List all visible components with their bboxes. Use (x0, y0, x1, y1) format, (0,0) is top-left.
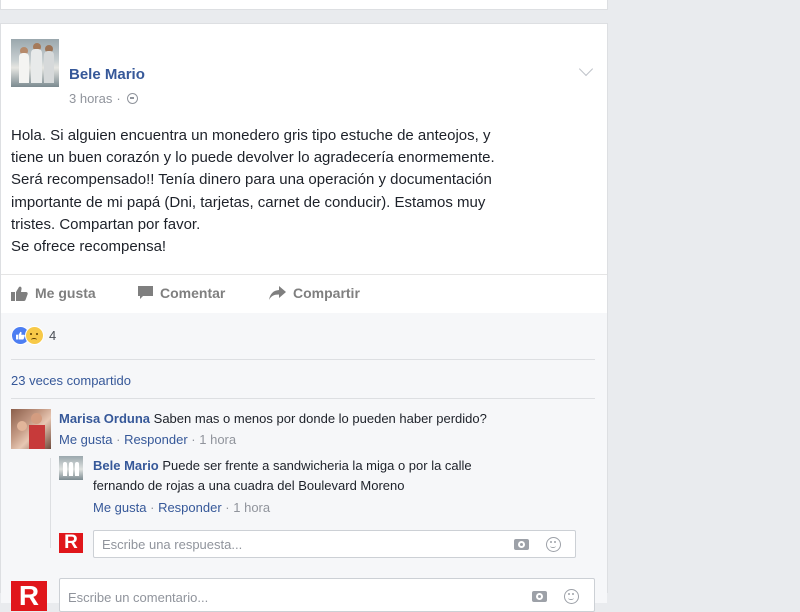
post-body-line: Será recompensado!! Tenía dinero para un… (11, 171, 492, 189)
comment-actions: Me gusta · Responder · 1 hora (59, 432, 237, 447)
post-body-line: tiene un buen corazón y lo puede devolve… (11, 149, 495, 167)
divider (11, 359, 595, 360)
meta-separator: · (116, 91, 121, 106)
comment-time[interactable]: 1 hora (199, 432, 236, 447)
reply-input-placeholder: Escribe una respuesta... (102, 536, 243, 552)
share-label: Compartir (293, 285, 360, 301)
reply-text-line: fernando de rojas a una cuadra del Boule… (93, 478, 405, 493)
post-meta: 3 horas · (69, 91, 138, 106)
comment-label: Comentar (160, 285, 226, 301)
reply-comment: Bele Mario Puede ser frente a sandwicher… (93, 456, 472, 496)
chevron-down-icon[interactable] (578, 61, 594, 77)
post-body-line: importante de mi papá (Dni, tarjetas, ca… (11, 193, 486, 211)
post-card: Bele Mario 3 horas · Hola. Si alguien en… (0, 23, 608, 612)
post-body: Hola. Si alguien encuentra un monedero g… (11, 125, 581, 258)
emoji-icon[interactable] (546, 537, 561, 552)
reply-author-avatar[interactable] (59, 456, 83, 480)
comment-author[interactable]: Marisa Orduna (59, 411, 150, 426)
post-body-line: Hola. Si alguien encuentra un monedero g… (11, 127, 491, 144)
reply-time[interactable]: 1 hora (233, 500, 270, 515)
author-avatar[interactable] (11, 39, 59, 87)
reply-like-link[interactable]: Me gusta (93, 500, 146, 515)
reply-reply-link[interactable]: Responder (158, 500, 222, 515)
comment-icon (138, 286, 153, 299)
comment-reply-link[interactable]: Responder (124, 432, 188, 447)
reply-thread-line (50, 458, 51, 548)
commenter-avatar[interactable] (11, 409, 51, 449)
comment-like-link[interactable]: Me gusta (59, 432, 112, 447)
camera-icon[interactable] (514, 539, 529, 550)
reply-input[interactable]: Escribe una respuesta... (93, 530, 576, 558)
comment: Marisa Orduna Saben mas o menos por dond… (59, 409, 487, 429)
comment-text: Saben mas o menos por donde lo pueden ha… (153, 411, 487, 426)
like-button[interactable]: Me gusta (11, 285, 96, 301)
post-author-name[interactable]: Bele Mario (69, 66, 145, 83)
reply-author[interactable]: Bele Mario (93, 458, 159, 473)
comment-input-placeholder: Escribe un comentario... (68, 589, 209, 605)
post-action-bar: Me gusta Comentar Compartir (1, 274, 607, 314)
reactions-summary[interactable]: 4 (11, 326, 56, 345)
like-label: Me gusta (35, 285, 96, 301)
brand-logo: R (59, 532, 83, 553)
reply-text-line: Puede ser frente a sandwicheria la miga … (162, 458, 472, 473)
post-body-line: Se ofrece recompensa! (11, 238, 167, 256)
camera-icon[interactable] (532, 591, 547, 602)
comment-button[interactable]: Comentar (138, 285, 225, 301)
globe-icon[interactable] (126, 93, 138, 104)
reply-actions: Me gusta · Responder · 1 hora (93, 500, 271, 515)
sad-reaction-icon (25, 326, 44, 345)
share-arrow-icon (269, 286, 286, 300)
divider (11, 398, 595, 399)
brand-logo: R (11, 580, 47, 611)
emoji-icon[interactable] (564, 589, 579, 604)
thumbs-up-icon (11, 286, 28, 301)
previous-post-card (0, 0, 608, 10)
post-timestamp[interactable]: 3 horas (69, 91, 112, 106)
reaction-count[interactable]: 4 (49, 328, 56, 343)
share-count-link[interactable]: 23 veces compartido (11, 373, 131, 388)
post-body-line: tristes. Compartan por favor. (11, 215, 201, 233)
post-feedback-area: 4 23 veces compartido Marisa Orduna Sabe… (1, 313, 607, 612)
comment-input[interactable]: Escribe un comentario... (59, 578, 595, 612)
share-button[interactable]: Compartir (269, 285, 360, 301)
